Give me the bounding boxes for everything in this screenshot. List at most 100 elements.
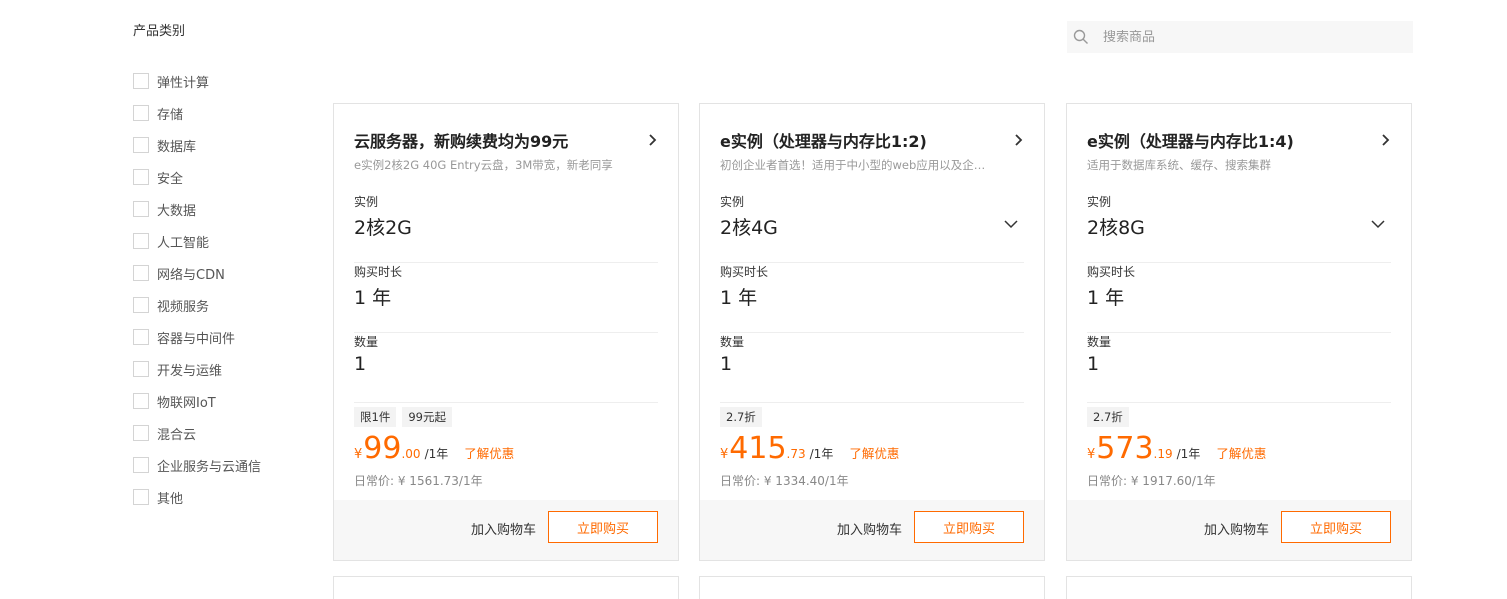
chevron-down-icon[interactable] — [1004, 220, 1018, 229]
duration-label: 购买时长 — [720, 265, 769, 279]
category-item-storage[interactable]: 存储 — [133, 97, 261, 129]
card-description: 初创企业者首选！适用于中小型的web应用以及企业… — [720, 158, 995, 172]
instance-field[interactable]: 实例 2核2G — [354, 193, 658, 263]
price-decimal: .00 — [401, 447, 421, 461]
category-item-ai[interactable]: 人工智能 — [133, 225, 261, 257]
add-to-cart-button[interactable]: 加入购物车 — [1204, 519, 1269, 538]
buy-now-button[interactable]: 立即购买 — [548, 511, 658, 543]
category-label: 物联网IoT — [157, 395, 216, 411]
instance-value: 2核2G — [354, 217, 412, 239]
instance-select[interactable]: 实例 2核8G — [1087, 193, 1391, 263]
product-card-2: e实例（处理器与内存比1:2) 初创企业者首选！适用于中小型的web应用以及企业… — [699, 103, 1045, 561]
search-box[interactable] — [1067, 21, 1413, 53]
regular-price: 日常价: ¥ 1561.73/1年 — [354, 472, 483, 489]
promo-tag: 99元起 — [402, 407, 452, 427]
price-decimal: .19 — [1153, 447, 1173, 461]
regular-price-prefix: 日常价: — [1087, 474, 1131, 488]
quantity-value: 1 — [720, 353, 733, 375]
category-checkbox[interactable] — [133, 425, 149, 441]
card-title-link[interactable]: e实例（处理器与内存比1:2) — [720, 128, 1024, 152]
price-integer: 573 — [1096, 431, 1154, 466]
discount-tag: 2.7折 — [1087, 407, 1129, 427]
category-item-other[interactable]: 其他 — [133, 481, 261, 513]
category-checkbox[interactable] — [133, 361, 149, 377]
learn-discount-link[interactable]: 了解优惠 — [1216, 443, 1266, 462]
add-to-cart-button[interactable]: 加入购物车 — [471, 519, 536, 538]
regular-price: 日常价: ¥ 1334.40/1年 — [720, 472, 849, 489]
category-item-security[interactable]: 安全 — [133, 161, 261, 193]
category-checkbox[interactable] — [133, 137, 149, 153]
learn-discount-link[interactable]: 了解优惠 — [849, 443, 899, 462]
price-integer: 99 — [363, 431, 402, 466]
currency-symbol: ¥ — [354, 447, 363, 462]
instance-value: 2核8G — [1087, 217, 1145, 239]
instance-select[interactable]: 实例 2核4G — [720, 193, 1024, 263]
category-checkbox[interactable] — [133, 489, 149, 505]
add-to-cart-button[interactable]: 加入购物车 — [837, 519, 902, 538]
quantity-label: 数量 — [354, 335, 379, 349]
chevron-right-icon — [649, 134, 657, 146]
category-item-bigdata[interactable]: 大数据 — [133, 193, 261, 225]
category-checkbox[interactable] — [133, 169, 149, 185]
search-input[interactable] — [1103, 29, 1393, 45]
price-unit: /1年 — [424, 447, 449, 461]
category-checkbox[interactable] — [133, 201, 149, 217]
duration-value: 1 年 — [354, 287, 392, 309]
card-title-link[interactable]: 云服务器，新购续费均为99元 — [354, 128, 658, 152]
duration-label: 购买时长 — [1087, 265, 1136, 279]
regular-price-value: ¥ 1561.73/1年 — [397, 474, 483, 488]
quantity-field[interactable]: 数量 1 — [720, 333, 1024, 403]
chevron-right-icon — [1015, 134, 1023, 146]
category-label: 视频服务 — [157, 299, 210, 315]
category-label: 其他 — [157, 491, 184, 507]
category-item-video[interactable]: 视频服务 — [133, 289, 261, 321]
quantity-value: 1 — [1087, 353, 1100, 375]
category-item-container[interactable]: 容器与中间件 — [133, 321, 261, 353]
category-label: 安全 — [157, 171, 184, 187]
card-title: e实例（处理器与内存比1:2) — [720, 132, 927, 151]
price-row: ¥ 99 .00 /1年 了解优惠 — [354, 431, 514, 466]
category-checkbox[interactable] — [133, 457, 149, 473]
category-checkbox[interactable] — [133, 105, 149, 121]
search-icon — [1073, 29, 1088, 44]
card-title-link[interactable]: e实例（处理器与内存比1:4) — [1087, 128, 1391, 152]
product-card-3: e实例（处理器与内存比1:4) 适用于数据库系统、缓存、搜索集群 实例 2核8G… — [1066, 103, 1412, 561]
category-checkbox[interactable] — [133, 73, 149, 89]
category-item-enterprise[interactable]: 企业服务与云通信 — [133, 449, 261, 481]
card-description: 适用于数据库系统、缓存、搜索集群 — [1087, 158, 1271, 172]
duration-field[interactable]: 购买时长 1 年 — [354, 263, 658, 333]
duration-field[interactable]: 购买时长 1 年 — [1087, 263, 1391, 333]
category-checkbox[interactable] — [133, 393, 149, 409]
category-item-hybrid[interactable]: 混合云 — [133, 417, 261, 449]
promo-tags: 限1件 99元起 — [354, 407, 452, 427]
category-checkbox[interactable] — [133, 297, 149, 313]
category-item-network[interactable]: 网络与CDN — [133, 257, 261, 289]
quantity-field[interactable]: 数量 1 — [1087, 333, 1391, 403]
category-label: 人工智能 — [157, 235, 210, 251]
quantity-value: 1 — [354, 353, 367, 375]
promo-tag: 限1件 — [354, 407, 397, 427]
category-item-devops[interactable]: 开发与运维 — [133, 353, 261, 385]
category-label: 容器与中间件 — [157, 331, 236, 347]
product-card-stub — [1066, 576, 1412, 599]
category-checkbox[interactable] — [133, 329, 149, 345]
duration-value: 1 年 — [720, 287, 758, 309]
buy-now-button[interactable]: 立即购买 — [914, 511, 1024, 543]
regular-price: 日常价: ¥ 1917.60/1年 — [1087, 472, 1216, 489]
category-label: 弹性计算 — [157, 75, 210, 91]
category-item-database[interactable]: 数据库 — [133, 129, 261, 161]
instance-value: 2核4G — [720, 217, 778, 239]
category-label: 大数据 — [157, 203, 197, 219]
category-item-compute[interactable]: 弹性计算 — [133, 65, 261, 97]
card-footer: 加入购物车 立即购买 — [700, 500, 1044, 560]
sidebar-title: 产品类别 — [133, 24, 186, 39]
category-checkbox[interactable] — [133, 233, 149, 249]
learn-discount-link[interactable]: 了解优惠 — [464, 443, 514, 462]
category-item-iot[interactable]: 物联网IoT — [133, 385, 261, 417]
card-title: 云服务器，新购续费均为99元 — [354, 132, 569, 151]
category-checkbox[interactable] — [133, 265, 149, 281]
buy-now-button[interactable]: 立即购买 — [1281, 511, 1391, 543]
chevron-down-icon[interactable] — [1371, 220, 1385, 229]
duration-field[interactable]: 购买时长 1 年 — [720, 263, 1024, 333]
quantity-field[interactable]: 数量 1 — [354, 333, 658, 403]
